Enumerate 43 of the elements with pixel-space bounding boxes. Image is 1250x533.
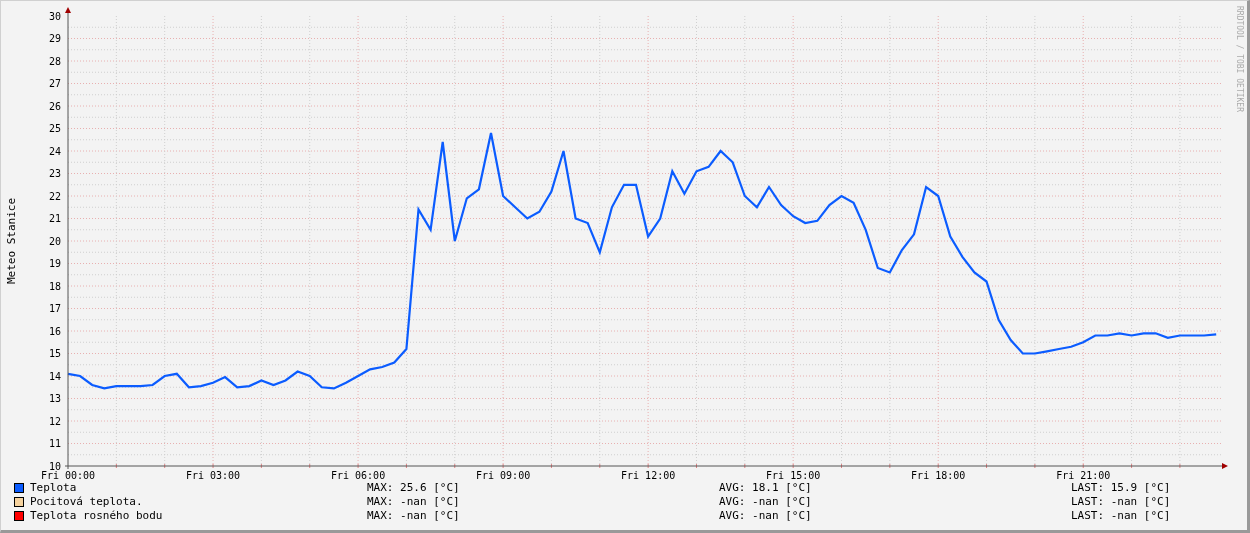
last-value: LAST: 15.9 [°C]: [1071, 481, 1172, 495]
y-tick-label: 23: [48, 168, 61, 179]
last-value: LAST: -nan [°C]: [1071, 509, 1172, 523]
avg-value: AVG: -nan [°C]: [719, 495, 813, 509]
y-tick-label: 25: [48, 123, 61, 134]
y-tick-label: 15: [48, 348, 61, 359]
y-tick-label: 29: [48, 33, 61, 44]
y-tick-label: 16: [48, 325, 61, 337]
y-axis-label: Meteo Stanice: [5, 197, 18, 285]
y-tick-label: 20: [48, 235, 61, 247]
y-tick-label: 30: [48, 10, 61, 22]
legend-label: Teplota rosného bodu: [30, 509, 163, 523]
y-tick-label: 19: [48, 258, 61, 269]
y-tick-label: 21: [48, 213, 61, 224]
avg-value: AVG: -nan [°C]: [719, 509, 813, 523]
x-tick-label: Fri 06:00: [330, 470, 386, 479]
max-value: MAX: -nan [°C]: [367, 509, 461, 523]
x-tick-label: Fri 00:00: [40, 470, 96, 479]
x-tick-label: Fri 09:00: [476, 470, 531, 479]
y-tick-label: 27: [48, 78, 61, 89]
y-tick-label: 22: [48, 190, 61, 202]
max-value: MAX: -nan [°C]: [367, 495, 461, 509]
max-value: MAX: 25.6 [°C]: [367, 481, 461, 495]
y-tick-label: 13: [48, 393, 61, 404]
credit-text: RRDTOOL / TOBI OETIKER: [1235, 6, 1244, 112]
x-tick-label: Fri 12:00: [621, 470, 676, 479]
legend-label: Teplota: [30, 481, 77, 495]
avg-value: AVG: 18.1 [°C]: [719, 481, 813, 495]
x-tick-label: Fri 21:00: [1056, 470, 1111, 479]
x-tick-label: Fri 03:00: [185, 470, 241, 479]
y-tick-label: 24: [48, 145, 61, 157]
last-value: LAST: -nan [°C]: [1071, 495, 1172, 509]
y-tick-label: 17: [48, 303, 61, 314]
y-tick-label: 28: [48, 55, 61, 67]
y-tick-label: 26: [48, 100, 61, 112]
y-tick-label: 10: [48, 460, 61, 472]
x-tick-label: Fri 18:00: [911, 470, 966, 479]
y-tick-label: 18: [48, 280, 61, 292]
y-tick-label: 11: [48, 438, 61, 449]
y-tick-label: 14: [48, 370, 61, 382]
x-tick-label: Fri 15:00: [766, 470, 821, 479]
legend-label: Pocitová teplota.: [30, 495, 143, 509]
y-tick-label: 12: [48, 415, 61, 427]
